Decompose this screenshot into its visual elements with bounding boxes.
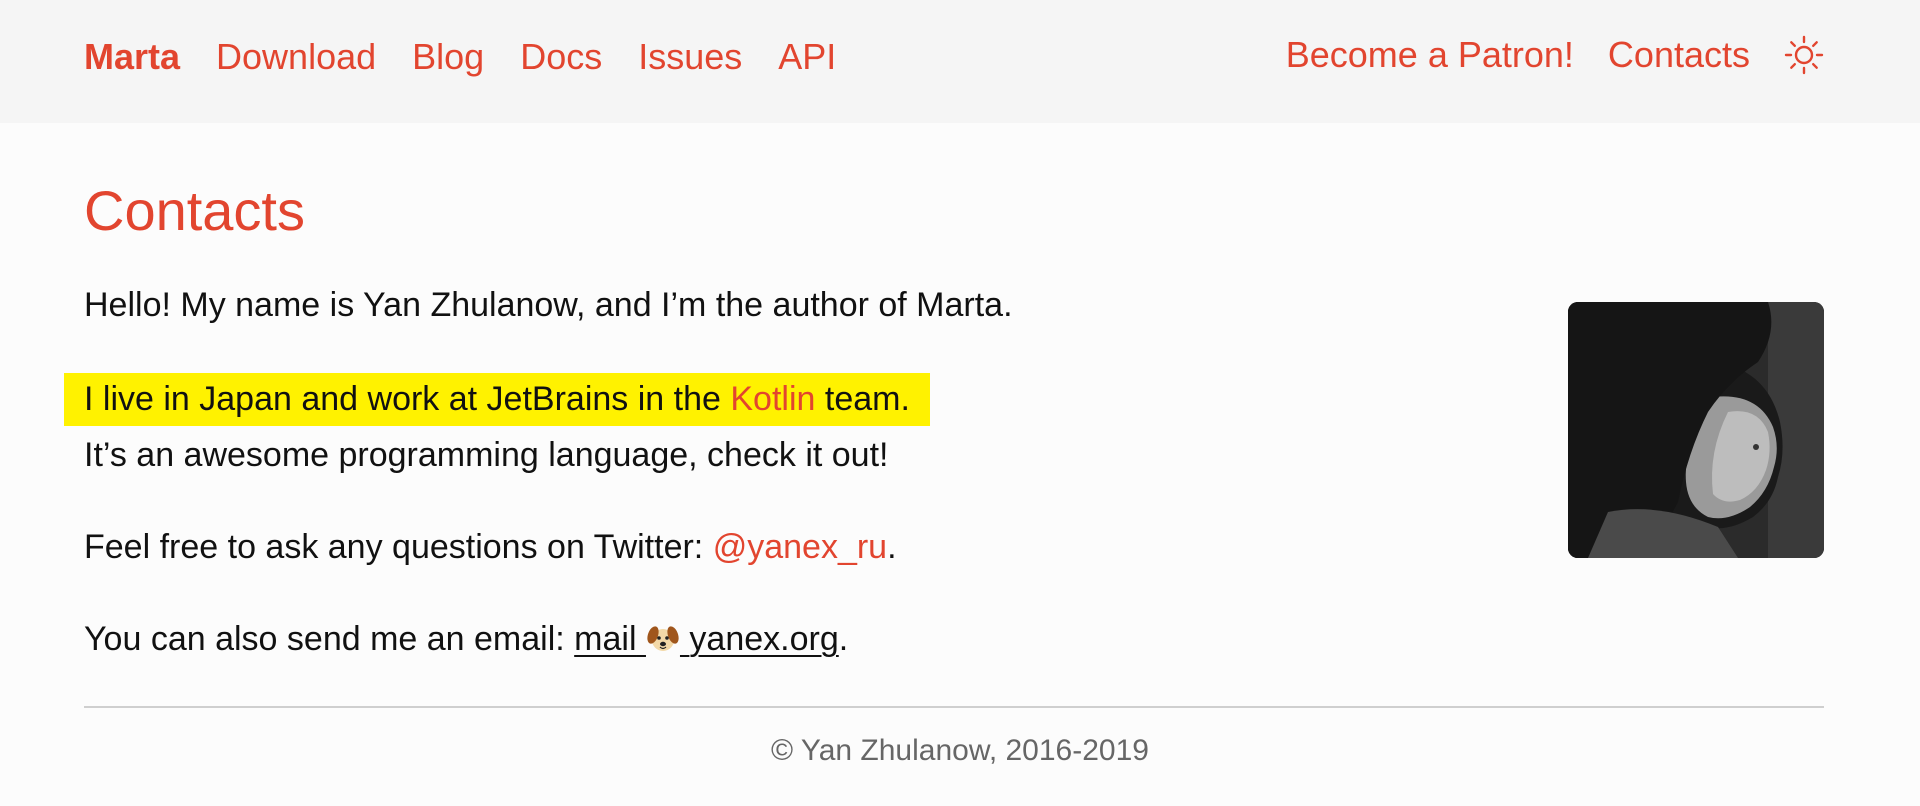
email-paragraph: You can also send me an email: mail yane… [84, 614, 848, 664]
nav-patron-link[interactable]: Become a Patron! [1286, 34, 1574, 76]
secondary-nav: Become a Patron! Contacts [1286, 34, 1824, 76]
work-text: I live in Japan and work at JetBrains in… [84, 380, 731, 418]
sun-icon[interactable] [1784, 35, 1824, 75]
email-link[interactable]: mail yanex.org [574, 620, 839, 658]
twitter-text: Feel free to ask any questions on Twitte… [84, 528, 713, 566]
nav-issues-link[interactable]: Issues [638, 36, 742, 78]
main-nav: Marta Download Blog Docs Issues API [84, 36, 836, 78]
author-photo [1568, 302, 1824, 558]
email-text: You can also send me an email: [84, 620, 575, 658]
top-navigation-bar: Marta Download Blog Docs Issues API Beco… [0, 0, 1920, 123]
nav-api-link[interactable]: API [778, 36, 836, 78]
dog-face-icon [646, 619, 680, 653]
email-domain: yanex.org [689, 620, 839, 658]
nav-contacts-link[interactable]: Contacts [1608, 34, 1750, 76]
footer-divider [84, 706, 1824, 708]
kotlin-paragraph: It’s an awesome programming language, ch… [84, 436, 889, 474]
team-text: team. [815, 380, 910, 418]
page-title: Contacts [84, 179, 305, 242]
nav-blog-link[interactable]: Blog [412, 36, 484, 78]
email-user: mail [574, 620, 637, 658]
brand-link[interactable]: Marta [84, 36, 180, 78]
twitter-paragraph: Feel free to ask any questions on Twitte… [84, 522, 897, 572]
footer-copyright: © Yan Zhulanow, 2016-2019 [771, 734, 1149, 767]
email-period: . [838, 620, 849, 658]
kotlin-link[interactable]: Kotlin [730, 380, 815, 418]
twitter-period: . [887, 528, 897, 566]
intro-paragraph: Hello! My name is Yan Zhulanow, and I’m … [84, 286, 1013, 324]
nav-docs-link[interactable]: Docs [520, 36, 602, 78]
highlighted-paragraph: I live in Japan and work at JetBrains in… [64, 373, 930, 426]
twitter-link[interactable]: @yanex_ru [713, 528, 887, 566]
nav-download-link[interactable]: Download [216, 36, 376, 78]
